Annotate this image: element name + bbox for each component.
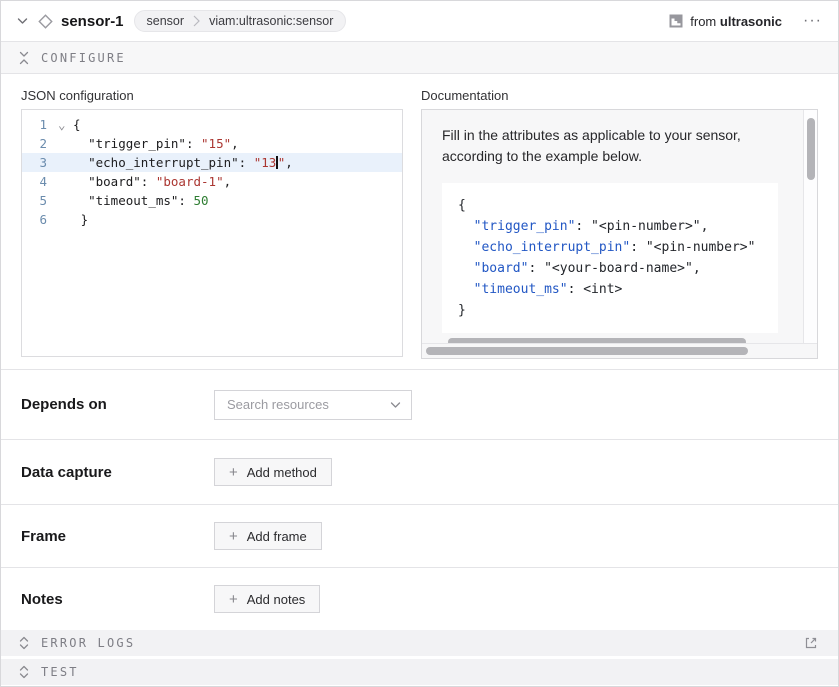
- badge-chevron-icon: [193, 15, 200, 27]
- model-label: viam:ultrasonic:sensor: [209, 14, 333, 28]
- data-capture-row: Data capture + Add method: [1, 439, 838, 504]
- notes-label: Notes: [21, 591, 214, 608]
- component-header: sensor-1 sensor viam:ultrasonic:sensor f…: [1, 1, 838, 42]
- doc-code-line: "echo_interrupt_pin": "<pin-number>": [458, 237, 762, 258]
- collapse-section-icon: [18, 51, 30, 65]
- module-icon: [669, 14, 683, 28]
- bottom-filler: [1, 685, 838, 686]
- data-capture-label: Data capture: [21, 464, 214, 481]
- documentation-content: Fill in the attributes as applicable to …: [422, 110, 803, 343]
- external-link-icon: [803, 635, 819, 651]
- more-menu-button[interactable]: ···: [801, 14, 824, 28]
- plus-icon: +: [229, 465, 238, 480]
- plus-icon: +: [229, 592, 238, 607]
- chevron-down-icon: [390, 401, 401, 409]
- from-text: from ultrasonic: [690, 14, 782, 29]
- line-number: 2: [22, 134, 58, 153]
- line-number: 3: [22, 153, 58, 172]
- line-number: 5: [22, 191, 58, 210]
- doc-vertical-scrollbar-track[interactable]: [803, 110, 817, 343]
- collapse-chevron-icon[interactable]: [15, 15, 30, 27]
- component-type-badge: sensor viam:ultrasonic:sensor: [134, 10, 347, 32]
- line-number: 4: [22, 172, 58, 191]
- json-editor[interactable]: 1⌄ {2 "trigger_pin": "15",3 "echo_interr…: [21, 109, 403, 357]
- expand-section-icon: [18, 636, 30, 650]
- module-name: ultrasonic: [720, 14, 782, 29]
- documentation-intro: Fill in the attributes as applicable to …: [442, 125, 796, 167]
- documentation-panel: Fill in the attributes as applicable to …: [421, 109, 818, 359]
- frame-label: Frame: [21, 528, 214, 545]
- plus-icon: +: [229, 529, 238, 544]
- code-line-content: "trigger_pin": "15",: [58, 134, 239, 153]
- component-name: sensor-1: [61, 13, 124, 30]
- configure-section-label: CONFIGURE: [41, 51, 126, 65]
- type-label: sensor: [147, 14, 185, 28]
- json-editor-lines: 1⌄ {2 "trigger_pin": "15",3 "echo_interr…: [22, 115, 402, 229]
- line-number: 1: [22, 115, 58, 134]
- documentation-label: Documentation: [421, 88, 818, 103]
- depends-on-row: Depends on: [1, 369, 838, 439]
- documentation-column: Documentation Fill in the attributes as …: [421, 88, 818, 369]
- code-line[interactable]: 4 "board": "board-1",: [22, 172, 402, 191]
- configure-section-bar[interactable]: CONFIGURE: [1, 42, 838, 74]
- component-diamond-icon: [38, 14, 53, 29]
- code-line-content: "timeout_ms": 50: [58, 191, 209, 210]
- expand-section-icon: [18, 665, 30, 679]
- code-line-content: "echo_interrupt_pin": "13",: [58, 153, 293, 172]
- doc-code-line: "timeout_ms": <int>: [458, 279, 762, 300]
- depends-on-select[interactable]: [214, 390, 412, 420]
- add-frame-button[interactable]: + Add frame: [214, 522, 322, 550]
- code-line[interactable]: 5 "timeout_ms": 50: [22, 191, 402, 210]
- doc-code-line: {: [458, 195, 762, 216]
- doc-horizontal-scrollbar-thumb[interactable]: [426, 347, 748, 355]
- error-logs-section-label: ERROR LOGS: [41, 636, 135, 650]
- depends-on-label: Depends on: [21, 396, 214, 413]
- doc-code-line: "trigger_pin": "<pin-number>",: [458, 216, 762, 237]
- search-resources-input[interactable]: [227, 397, 390, 412]
- code-line[interactable]: 6 }: [22, 210, 402, 229]
- add-method-button[interactable]: + Add method: [214, 458, 332, 486]
- doc-vertical-scrollbar-thumb[interactable]: [807, 118, 815, 180]
- code-line-content: ⌄ {: [58, 115, 81, 134]
- add-method-button-label: Add method: [247, 465, 317, 480]
- json-config-label: JSON configuration: [21, 88, 403, 103]
- doc-code-block: { "trigger_pin": "<pin-number>", "echo_i…: [442, 183, 778, 333]
- code-line-content: "board": "board-1",: [58, 172, 231, 191]
- code-line[interactable]: 2 "trigger_pin": "15",: [22, 134, 402, 153]
- notes-row: Notes + Add notes: [1, 567, 838, 630]
- add-frame-button-label: Add frame: [247, 529, 307, 544]
- add-notes-button[interactable]: + Add notes: [214, 585, 320, 613]
- code-line-content: }: [58, 210, 88, 229]
- code-line[interactable]: 1⌄ {: [22, 115, 402, 134]
- test-section-label: TEST: [41, 665, 79, 679]
- line-number: 6: [22, 210, 58, 229]
- frame-row: Frame + Add frame: [1, 504, 838, 567]
- test-section-bar[interactable]: TEST: [1, 659, 838, 685]
- configure-body: JSON configuration 1⌄ {2 "trigger_pin": …: [1, 74, 838, 369]
- doc-code-line: "board": "<your-board-name>",: [458, 258, 762, 279]
- code-line-active[interactable]: 3 "echo_interrupt_pin": "13",: [22, 153, 402, 172]
- component-card: sensor-1 sensor viam:ultrasonic:sensor f…: [0, 0, 839, 687]
- json-config-column: JSON configuration 1⌄ {2 "trigger_pin": …: [21, 88, 403, 369]
- open-logs-external-button[interactable]: [801, 633, 821, 653]
- doc-scrollbar-divider: [422, 343, 817, 344]
- error-logs-section-bar[interactable]: ERROR LOGS: [1, 630, 838, 656]
- add-notes-button-label: Add notes: [247, 592, 306, 607]
- doc-code-line: }: [458, 300, 762, 321]
